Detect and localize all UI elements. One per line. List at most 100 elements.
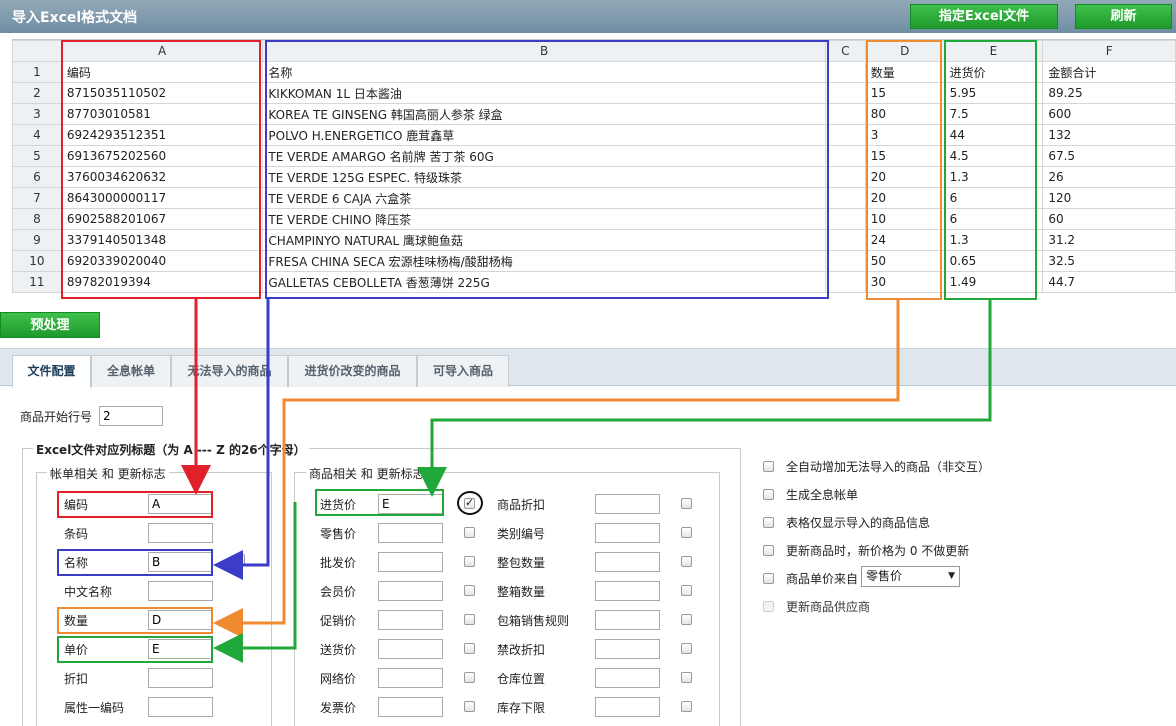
table-cell[interactable]: 6 xyxy=(943,208,1044,230)
table-row[interactable]: 4 6924293512351 POLVO H.ENERGETICO 鹿茸鑫草 3 44… xyxy=(12,124,1176,146)
table-cell[interactable]: 31.2 xyxy=(1042,229,1176,251)
table-cell[interactable]: CHAMPINYO NATURAL 鹰球鲍鱼菇 xyxy=(262,229,826,251)
table-cell[interactable]: 3 xyxy=(864,124,945,146)
table-cell[interactable]: 1.3 xyxy=(943,166,1044,188)
update-flag-checkbox[interactable] xyxy=(464,527,475,538)
table-cell[interactable]: 编码 xyxy=(60,61,264,83)
option-checkbox[interactable] xyxy=(763,489,774,500)
option-checkbox[interactable] xyxy=(763,517,774,528)
table-row[interactable]: 9 3379140501348 CHAMPINYO NATURAL 鹰球鲍鱼菇 24 1… xyxy=(12,229,1176,251)
table-row[interactable]: 5 6913675202560 TE VERDE AMARGO 名前牌 苦丁茶 60… xyxy=(12,145,1176,167)
table-cell[interactable]: 8643000000117 xyxy=(60,187,264,209)
table-cell[interactable]: KIKKOMAN 1L 日本酱油 xyxy=(262,82,826,104)
product-field-input[interactable] xyxy=(595,552,660,572)
table-cell[interactable]: 3379140501348 xyxy=(60,229,264,251)
account-field-input[interactable] xyxy=(148,639,213,659)
table-cell[interactable] xyxy=(824,124,866,146)
product-field-input[interactable] xyxy=(595,581,660,601)
specify-excel-button[interactable]: 指定Excel文件 xyxy=(910,4,1058,29)
tab-price-changed[interactable]: 进货价改变的商品 xyxy=(288,355,417,387)
table-cell[interactable]: 20 xyxy=(864,187,945,209)
table-cell[interactable]: POLVO H.ENERGETICO 鹿茸鑫草 xyxy=(262,124,826,146)
update-flag-checkbox[interactable] xyxy=(681,498,692,509)
table-cell[interactable]: 15 xyxy=(864,82,945,104)
update-flag-checkbox[interactable] xyxy=(681,701,692,712)
table-cell[interactable]: 1.3 xyxy=(943,229,1044,251)
table-cell[interactable]: 5.95 xyxy=(943,82,1044,104)
price-source-select[interactable]: 零售价 ▼ xyxy=(861,566,960,587)
table-cell[interactable]: 6924293512351 xyxy=(60,124,264,146)
table-cell[interactable]: 24 xyxy=(864,229,945,251)
table-cell[interactable]: 名称 xyxy=(262,61,826,83)
table-cell[interactable]: 89.25 xyxy=(1042,82,1176,104)
table-cell[interactable]: 进货价 xyxy=(943,61,1044,83)
product-field-input[interactable] xyxy=(595,494,660,514)
spreadsheet-grid[interactable]: A B C D E F 1 编码 名称 数量 进货价 金额合计 2 8715035110502… xyxy=(12,39,1176,299)
table-cell[interactable]: 10 xyxy=(864,208,945,230)
product-field-input[interactable] xyxy=(378,494,443,514)
table-cell[interactable]: 50 xyxy=(864,250,945,272)
start-row-input[interactable] xyxy=(99,406,163,426)
product-field-input[interactable] xyxy=(595,523,660,543)
table-row[interactable]: 7 8643000000117 TE VERDE 6 CAJA 六盒茶 20 6 120 xyxy=(12,187,1176,209)
table-cell[interactable]: 32.5 xyxy=(1042,250,1176,272)
table-cell[interactable]: 8715035110502 xyxy=(60,82,264,104)
table-cell[interactable]: 87703010581 xyxy=(60,103,264,125)
product-field-input[interactable] xyxy=(378,581,443,601)
table-cell[interactable]: 6902588201067 xyxy=(60,208,264,230)
table-cell[interactable]: 15 xyxy=(864,145,945,167)
product-field-input[interactable] xyxy=(378,697,443,717)
table-cell[interactable] xyxy=(824,229,866,251)
table-cell[interactable]: TE VERDE 125G ESPEC. 特级珠茶 xyxy=(262,166,826,188)
option-checkbox[interactable] xyxy=(763,461,774,472)
table-cell[interactable]: 6920339020040 xyxy=(60,250,264,272)
table-cell[interactable]: 132 xyxy=(1042,124,1176,146)
option-checkbox[interactable] xyxy=(763,545,774,556)
table-row[interactable]: 10 6920339020040 FRESA CHINA SECA 宏源桂味杨梅/酸… xyxy=(12,250,1176,272)
update-flag-checkbox[interactable] xyxy=(681,585,692,596)
account-field-input[interactable] xyxy=(148,581,213,601)
product-field-input[interactable] xyxy=(378,668,443,688)
product-field-input[interactable] xyxy=(595,639,660,659)
update-flag-checkbox[interactable] xyxy=(681,643,692,654)
product-field-input[interactable] xyxy=(378,552,443,572)
update-flag-checkbox[interactable] xyxy=(464,556,475,567)
table-cell[interactable]: 7.5 xyxy=(943,103,1044,125)
table-cell[interactable]: 0.65 xyxy=(943,250,1044,272)
option-checkbox[interactable] xyxy=(763,573,774,584)
table-cell[interactable]: 1.49 xyxy=(943,271,1044,293)
table-cell[interactable]: 20 xyxy=(864,166,945,188)
account-field-input[interactable] xyxy=(148,668,213,688)
table-cell[interactable]: 金额合计 xyxy=(1042,61,1176,83)
table-cell[interactable] xyxy=(824,82,866,104)
table-row[interactable]: 8 6902588201067 TE VERDE CHINO 降压茶 10 6 60 xyxy=(12,208,1176,230)
option-checkbox[interactable] xyxy=(763,601,774,612)
update-flag-checkbox[interactable] xyxy=(681,556,692,567)
table-row[interactable]: 3 87703010581 KOREA TE GINSENG 韩国高丽人参茶 绿盒 8… xyxy=(12,103,1176,125)
table-cell[interactable] xyxy=(824,103,866,125)
column-header[interactable]: C xyxy=(824,40,866,62)
account-field-input[interactable] xyxy=(148,494,213,514)
table-cell[interactable]: 6913675202560 xyxy=(60,145,264,167)
table-cell[interactable]: TE VERDE CHINO 降压茶 xyxy=(262,208,826,230)
table-row[interactable]: 11 89782019394 GALLETAS CEBOLLETA 香葱薄饼 225… xyxy=(12,271,1176,293)
tab-file-config[interactable]: 文件配置 xyxy=(12,355,91,388)
table-row[interactable]: 2 8715035110502 KIKKOMAN 1L 日本酱油 15 5.95 89.2… xyxy=(12,82,1176,104)
column-header[interactable]: F xyxy=(1042,40,1176,62)
table-cell[interactable] xyxy=(824,271,866,293)
table-cell[interactable]: 80 xyxy=(864,103,945,125)
update-flag-checkbox[interactable] xyxy=(681,672,692,683)
preprocess-button[interactable]: 预处理 xyxy=(0,312,100,338)
column-header[interactable]: B xyxy=(262,40,826,62)
table-cell[interactable]: 数量 xyxy=(864,61,945,83)
table-cell[interactable] xyxy=(824,187,866,209)
name-update-checkbox[interactable] xyxy=(234,554,245,565)
product-field-input[interactable] xyxy=(595,610,660,630)
update-flag-checkbox[interactable] xyxy=(681,527,692,538)
table-cell[interactable] xyxy=(824,166,866,188)
table-cell[interactable]: FRESA CHINA SECA 宏源桂味杨梅/酸甜杨梅 xyxy=(262,250,826,272)
table-cell[interactable]: 600 xyxy=(1042,103,1176,125)
account-field-input[interactable] xyxy=(148,552,213,572)
update-flag-checkbox[interactable] xyxy=(681,614,692,625)
refresh-button[interactable]: 刷新 xyxy=(1075,4,1172,29)
